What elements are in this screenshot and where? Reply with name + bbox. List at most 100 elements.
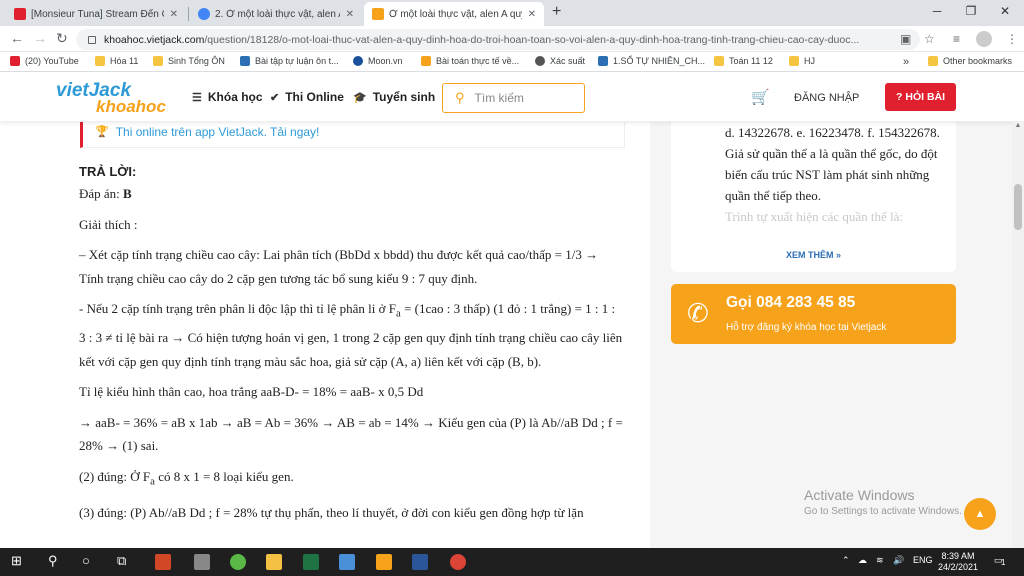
translate-icon[interactable]: ▣ <box>900 32 911 46</box>
paragraph: – Xét cặp tính trạng chiều cao cây: Lai … <box>79 247 599 286</box>
windows-start-icon[interactable]: ⊞ <box>11 553 22 569</box>
reload-icon[interactable]: ↻ <box>56 30 68 47</box>
tab-title: 2. Ở một loài thực vật, alen A quy <box>215 8 340 20</box>
forward-icon[interactable]: → <box>33 30 47 46</box>
folder-icon <box>714 56 724 66</box>
tab-close-icon[interactable]: ✕ <box>346 9 354 20</box>
tab-google-search[interactable]: 2. Ở một loài thực vật, alen A quy ✕ <box>190 2 362 26</box>
bookmark-item[interactable]: (20) YouTube <box>10 56 79 66</box>
file-explorer-icon[interactable] <box>266 554 282 570</box>
reading-list-icon[interactable]: ≡ <box>953 32 960 46</box>
more-bookmarks-button[interactable]: » <box>903 56 909 68</box>
browser-toolbar: ← → ↻ khoahoc.vietjack.com/question/1812… <box>0 26 1024 52</box>
folder-icon <box>95 56 105 66</box>
paragraph: → aaB- = 36% = aB x 1ab → aB = Ab = 36% … <box>79 414 623 454</box>
tray-chevron-icon[interactable]: ⌃ <box>842 555 850 566</box>
minimize-button[interactable]: ─ <box>922 4 952 18</box>
maximize-button[interactable]: ❐ <box>956 4 986 18</box>
word-icon[interactable] <box>412 554 428 570</box>
bookmarks-bar: (20) YouTube Hóa 11 Sinh Tổng ÔN Bài tập… <box>0 52 1024 72</box>
question-options: d. 14322678. e. 16223478. f. 154322678. <box>725 125 940 140</box>
clock[interactable]: 8:39 AM 24/2/2021 <box>938 551 978 573</box>
menu-online-test[interactable]: ✔ Thi Online <box>270 90 344 104</box>
search-icon[interactable]: ⚲ <box>48 553 58 569</box>
ask-question-button[interactable]: ? HỎI BÀI <box>885 83 956 111</box>
moon-icon <box>353 56 363 66</box>
answer-value: B <box>123 186 132 201</box>
search-input[interactable]: ⚲ Tìm kiếm <box>442 83 585 113</box>
phone-icon: ✆ <box>687 298 709 328</box>
network-icon[interactable]: ☁ <box>858 555 867 566</box>
trophy-icon: 🏆 <box>95 126 109 138</box>
star-icon[interactable]: ☆ <box>924 32 935 46</box>
youtube-icon <box>14 8 26 20</box>
bookmark-item[interactable]: Bài tập tự luận ôn t... <box>240 56 339 66</box>
vietjack-icon <box>372 8 384 20</box>
app-icon[interactable] <box>339 554 355 570</box>
task-view-icon[interactable]: ⧉ <box>117 553 126 569</box>
question-text-faded: Trình tự xuất hiện các quần thể là: <box>725 209 904 224</box>
menu-dots-icon[interactable]: ⋮ <box>1006 32 1018 46</box>
google-icon <box>198 8 210 20</box>
menu-icon: ☰ <box>192 91 202 104</box>
lock-icon <box>88 35 96 44</box>
paragraph: Tỉ lệ kiểu hình thân cao, hoa trắng aaB-… <box>79 384 424 400</box>
search-icon: ⚲ <box>455 90 465 105</box>
globe-icon <box>535 56 545 66</box>
login-link[interactable]: ĐĂNG NHẬP <box>794 92 859 104</box>
app-icon[interactable] <box>194 554 210 570</box>
call-box[interactable]: ✆ Gọi 084 283 45 85 Hỗ trợ đăng ký khóa … <box>671 284 956 344</box>
bookmark-item[interactable]: Sinh Tổng ÔN <box>153 56 225 66</box>
scroll-up-icon[interactable]: ▲ <box>1012 122 1024 134</box>
bookmark-item[interactable]: 1.SỐ TỰ NHIÊN_CH... <box>598 56 705 66</box>
activate-windows-watermark: Activate Windows Go to Settings to activ… <box>804 487 962 517</box>
profile-avatar[interactable] <box>976 31 992 47</box>
language-indicator[interactable]: ENG <box>913 555 933 565</box>
other-bookmarks[interactable]: Other bookmarks <box>928 56 1012 66</box>
tab-youtube-stream[interactable]: [Monsieur Tuna] Stream Đến Chế ✕ <box>6 2 186 26</box>
powerpoint-icon[interactable] <box>155 554 171 570</box>
check-icon: ✔ <box>270 91 280 104</box>
paragraph: - Nếu 2 cặp tính trạng trên phân li độc … <box>79 301 623 369</box>
wifi-icon[interactable]: ≋ <box>876 555 884 566</box>
bookmark-item[interactable]: Bài toán thực tế về... <box>421 56 519 66</box>
chrome-icon[interactable] <box>450 554 466 570</box>
logo-khoahoc[interactable]: khoahoc <box>96 97 166 117</box>
folder-icon <box>789 56 799 66</box>
explanation-label: Giải thích : <box>79 216 138 232</box>
tab-close-icon[interactable]: ✕ <box>528 9 536 20</box>
bookmark-item[interactable]: Hóa 11 <box>95 56 138 66</box>
question-text: Giả sử quần thể a là quần thể gốc, do độ… <box>725 146 938 203</box>
bookmark-item[interactable]: Xác suất <box>535 56 585 66</box>
cortana-icon[interactable]: ○ <box>82 553 90 568</box>
menu-courses[interactable]: ☰ Khóa học <box>192 90 263 104</box>
page-viewport: d. 14322678. e. 16223478. f. 154322678. … <box>0 72 1024 548</box>
address-bar[interactable]: khoahoc.vietjack.com/question/18128/o-mo… <box>76 29 920 50</box>
folder-icon <box>928 56 938 66</box>
page-scrollbar[interactable] <box>1012 122 1024 548</box>
back-to-top-button[interactable]: ▲ <box>964 498 996 530</box>
notification-count: 1 <box>1001 558 1006 567</box>
question-icon: ? <box>895 91 903 103</box>
tab-title: Ở một loài thực vật, alen A quy đ <box>389 8 522 20</box>
window-close-button[interactable]: ✕ <box>990 4 1020 18</box>
cart-icon[interactable]: 🛒 <box>751 88 770 106</box>
bookmark-item[interactable]: HJ <box>789 56 815 66</box>
new-tab-button[interactable]: + <box>552 3 561 21</box>
tab-vietjack-active[interactable]: Ở một loài thực vật, alen A quy đ ✕ <box>364 2 544 26</box>
volume-icon[interactable]: 🔊 <box>893 555 904 566</box>
app-icon[interactable] <box>230 554 246 570</box>
scrollbar-thumb[interactable] <box>1014 184 1022 230</box>
menu-enrollment[interactable]: 🎓 Tuyển sinh <box>353 90 435 104</box>
page-icon <box>240 56 250 66</box>
bookmark-item[interactable]: Toán 11 12 <box>714 56 773 66</box>
excel-icon[interactable] <box>303 554 319 570</box>
see-more-link[interactable]: XEM THÊM » <box>671 250 956 260</box>
windows-taskbar: ⊞ ⚲ ○ ⧉ ⌃ ☁ ≋ 🔊 ENG 8:39 AM 24/2/2021 ▭ 1 <box>0 548 1024 576</box>
tab-strip: [Monsieur Tuna] Stream Đến Chế ✕ 2. Ở mộ… <box>0 0 1024 26</box>
bookmark-item[interactable]: Moon.vn <box>353 56 403 66</box>
answer-heading: TRẢ LỜI: <box>79 164 137 179</box>
app-icon[interactable] <box>376 554 392 570</box>
tab-close-icon[interactable]: ✕ <box>170 9 178 20</box>
back-icon[interactable]: ← <box>10 30 24 46</box>
